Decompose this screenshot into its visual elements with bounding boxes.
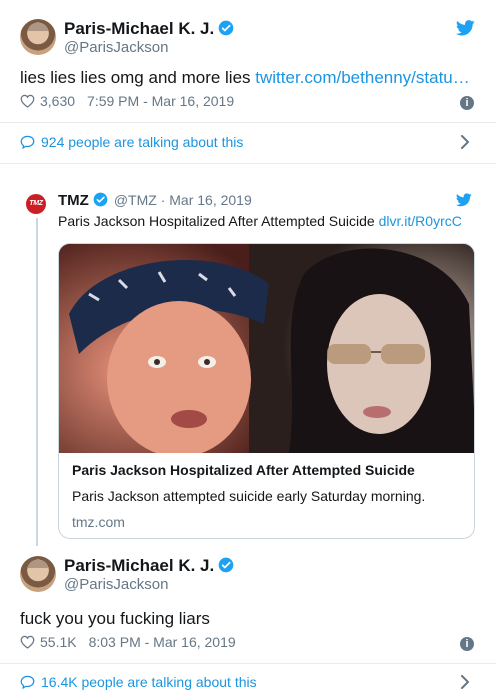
card-description: Paris Jackson attempted suicide early Sa… xyxy=(72,488,426,504)
thread-line xyxy=(36,218,38,546)
like-count[interactable]: 55.1K xyxy=(40,634,77,650)
tweet-text: fuck you you fucking liars xyxy=(20,609,210,628)
author-handle[interactable]: @ParisJackson xyxy=(64,576,168,593)
chevron-right-icon[interactable] xyxy=(460,675,470,689)
quoted-link[interactable]: dlvr.it/R0yrcC xyxy=(379,213,462,229)
quoted-text: Paris Jackson Hospitalized After Attempt… xyxy=(58,213,462,229)
tweet-meta: 55.1K 8:03 PM - Mar 16, 2019 xyxy=(20,634,236,650)
card-photo xyxy=(59,244,474,453)
verified-badge-icon xyxy=(218,557,234,573)
timestamp[interactable]: 8:03 PM - Mar 16, 2019 xyxy=(89,634,236,650)
twitter-bird-icon[interactable] xyxy=(456,193,472,207)
heart-icon[interactable] xyxy=(20,635,35,649)
card-body[interactable]: Paris Jackson Hospitalized After Attempt… xyxy=(72,462,462,530)
tweet-2: Paris-Michael K. J. @ParisJackson fuck y… xyxy=(0,552,496,696)
talking-about-link[interactable]: 16.4K people are talking about this xyxy=(20,674,257,690)
verified-badge-icon xyxy=(93,192,108,207)
quoted-tweet[interactable]: TMZ TMZ @TMZ · Mar 16, 2019 Paris Jackson… xyxy=(0,0,496,550)
avatar[interactable] xyxy=(20,556,56,592)
quoted-author-name[interactable]: TMZ xyxy=(58,192,89,209)
tmz-logo[interactable]: TMZ xyxy=(26,194,46,214)
quoted-author[interactable]: TMZ @TMZ · Mar 16, 2019 xyxy=(58,192,252,209)
talking-about-text[interactable]: 16.4K people are talking about this xyxy=(41,674,257,690)
info-icon[interactable]: i xyxy=(460,637,474,651)
card-image[interactable] xyxy=(59,244,474,453)
card-title[interactable]: Paris Jackson Hospitalized After Attempt… xyxy=(72,462,462,478)
quoted-text-body: Paris Jackson Hospitalized After Attempt… xyxy=(58,213,379,229)
card-domain[interactable]: tmz.com xyxy=(72,514,462,530)
link-card[interactable]: Paris Jackson Hospitalized After Attempt… xyxy=(58,243,475,539)
divider xyxy=(0,663,496,664)
author-name-text[interactable]: Paris-Michael K. J. xyxy=(64,556,214,575)
author-name[interactable]: Paris-Michael K. J. xyxy=(64,556,234,576)
comment-bubble-icon xyxy=(20,675,35,689)
quoted-handle-date[interactable]: @TMZ · Mar 16, 2019 xyxy=(114,192,252,208)
